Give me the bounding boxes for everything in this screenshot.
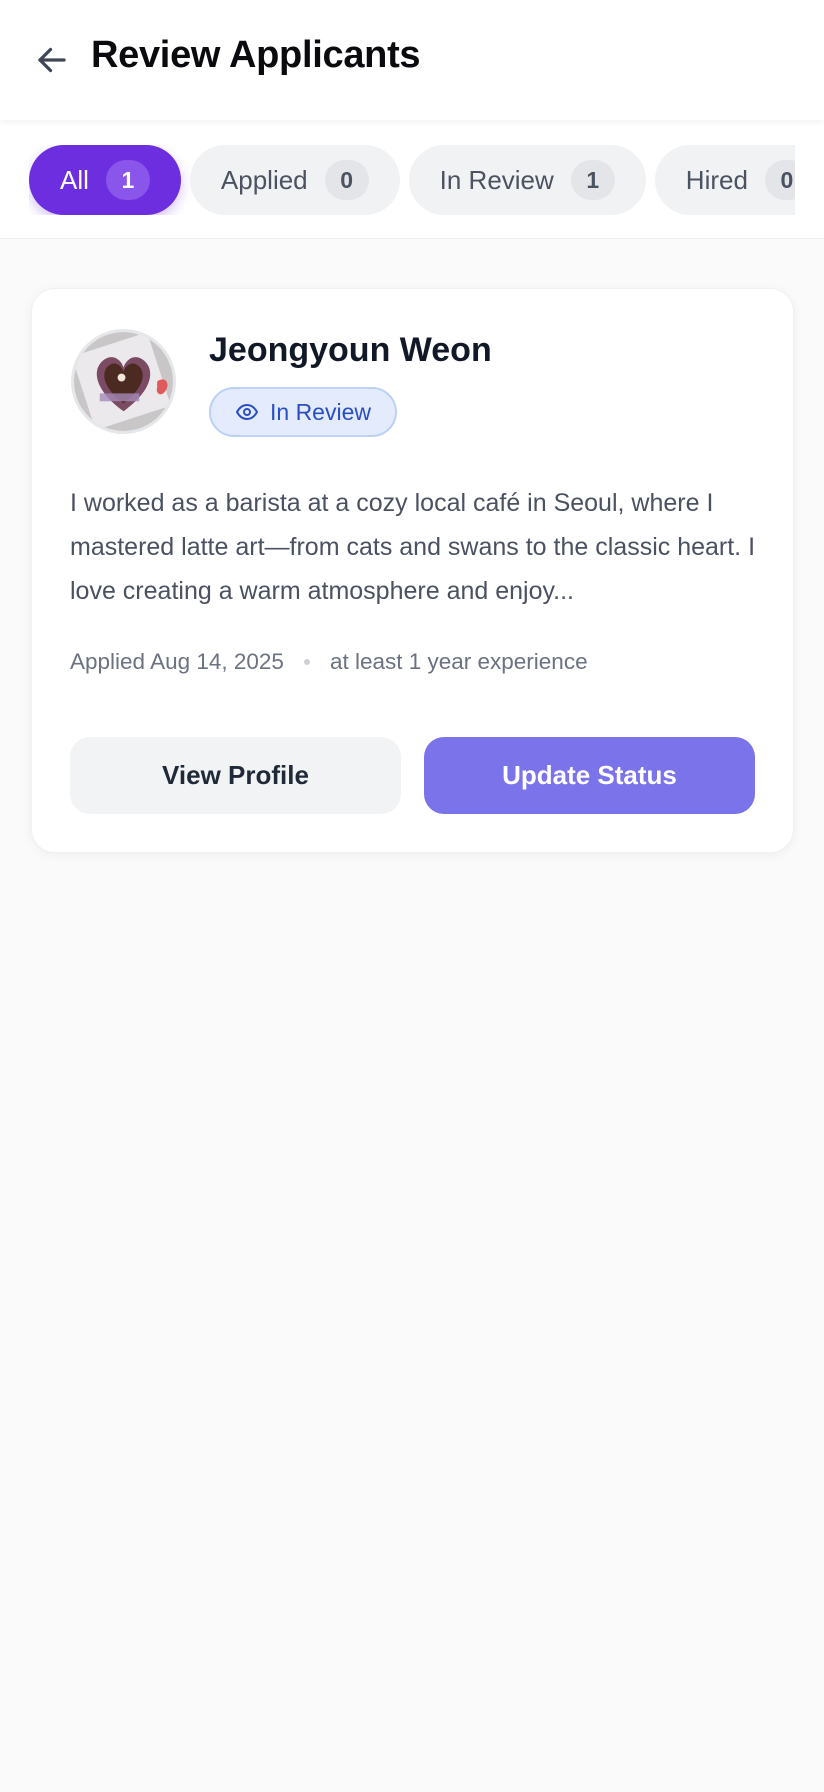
- eye-icon: [236, 404, 258, 420]
- applied-date: Applied Aug 14, 2025: [70, 649, 284, 674]
- avatar[interactable]: [71, 329, 176, 434]
- update-status-button[interactable]: Update Status: [424, 737, 755, 814]
- page-title: Review Applicants: [91, 34, 421, 76]
- arrow-left-icon: [38, 47, 66, 73]
- applicant-card: Jeongyoun Weon In Review I worked as a b…: [31, 288, 794, 853]
- applicant-name: Jeongyoun Weon: [209, 331, 492, 369]
- back-button[interactable]: [30, 38, 74, 82]
- filter-chip-count: 1: [570, 160, 615, 200]
- filter-chip-applied[interactable]: Applied 0: [189, 145, 400, 215]
- filter-chip-all[interactable]: All 1: [29, 145, 181, 215]
- filter-chip-label: Applied: [220, 164, 308, 195]
- experience-label: at least 1 year experience: [329, 649, 588, 674]
- filter-scroll[interactable]: All 1 Applied 0 In Review 1 Hired 0: [29, 145, 795, 215]
- filter-chip-count: 0: [324, 160, 369, 200]
- filter-chip-label: All: [60, 164, 89, 195]
- filter-chip-hired[interactable]: Hired 0: [654, 145, 795, 215]
- view-profile-button[interactable]: View Profile: [70, 737, 401, 814]
- filter-chip-in-review[interactable]: In Review 1: [408, 145, 646, 215]
- filter-chip-label: Hired: [685, 164, 748, 195]
- separator-dot: [303, 659, 310, 665]
- status-label: In Review: [270, 398, 371, 425]
- filter-bar: All 1 Applied 0 In Review 1 Hired 0: [0, 120, 824, 239]
- filter-chip-count: 1: [105, 160, 150, 200]
- filter-chip-count: 0: [764, 160, 795, 200]
- filter-chips: All 1 Applied 0 In Review 1 Hired 0: [29, 145, 795, 215]
- applicant-meta: Applied Aug 14, 2025 at least 1 year exp…: [70, 649, 588, 675]
- avatar-image: [74, 332, 173, 431]
- cover-letter-preview: I worked as a barista at a cozy local ca…: [70, 489, 756, 605]
- filter-chip-label: In Review: [439, 164, 554, 195]
- status-badge: In Review: [209, 387, 397, 437]
- app-header: Review Applicants: [0, 0, 824, 120]
